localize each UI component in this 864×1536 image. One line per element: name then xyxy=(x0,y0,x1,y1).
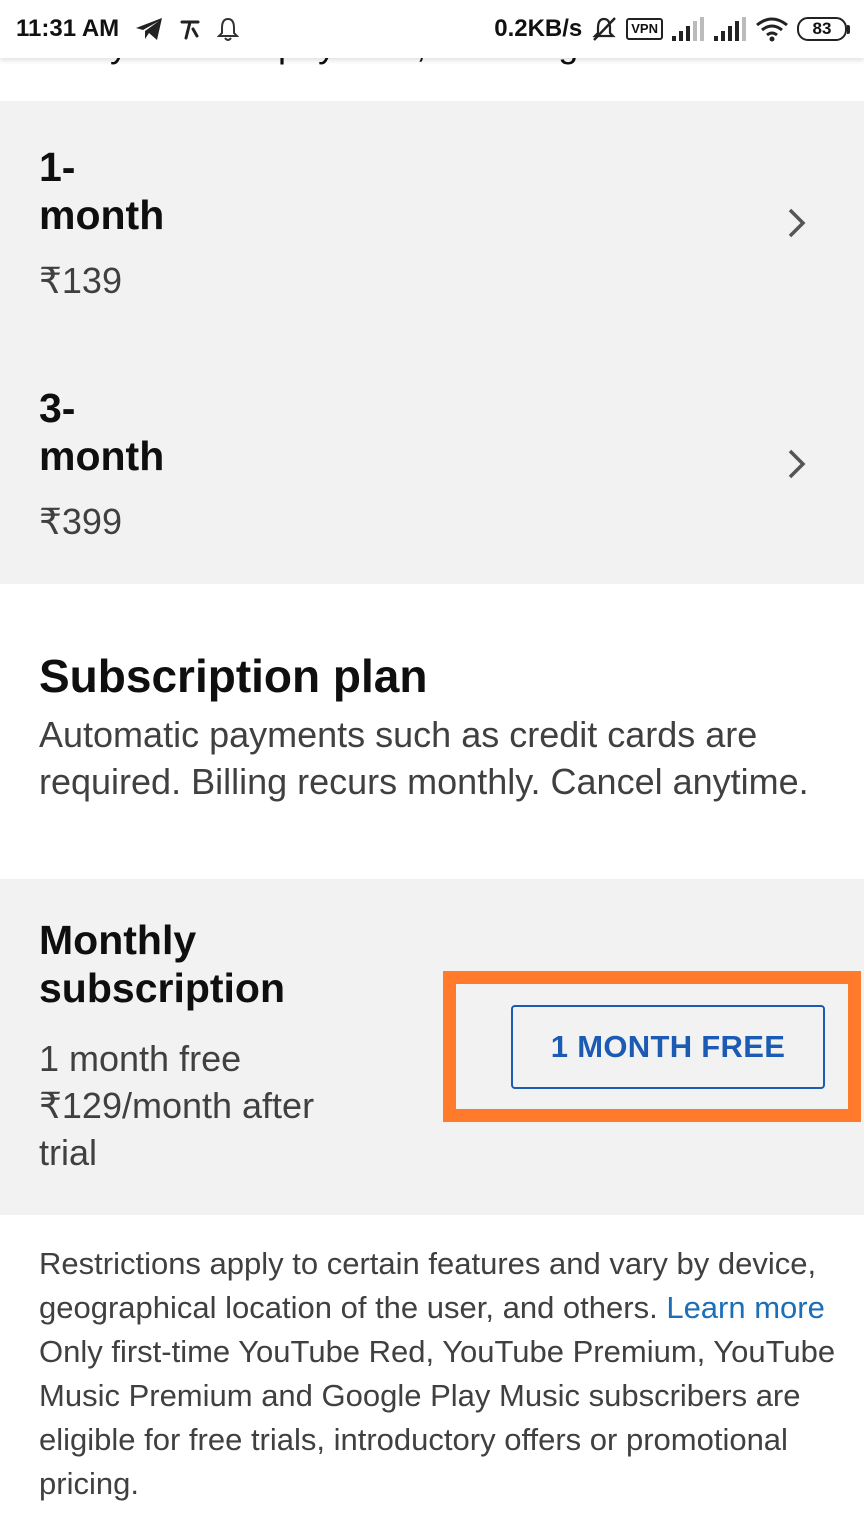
chevron-right-icon xyxy=(788,449,806,479)
mute-icon xyxy=(590,15,618,43)
status-right: 0.2KB/s VPN 83 xyxy=(494,15,850,43)
subscription-detail-line1: 1 month free xyxy=(39,1038,242,1079)
t-app-icon xyxy=(179,18,201,40)
subscription-title-line1: Monthly xyxy=(39,917,197,963)
eligibility-text: Only first-time YouTube Red, YouTube Pre… xyxy=(39,1334,836,1501)
plan-item-3-month[interactable]: 3- month ₹399 xyxy=(0,342,864,582)
plan-title-line1: 3- xyxy=(39,385,76,431)
subscription-description: Automatic payments such as credit cards … xyxy=(39,714,809,802)
wifi-icon xyxy=(755,16,789,42)
battery-icon: 83 xyxy=(797,17,850,41)
subscription-title-line2: subscription xyxy=(39,965,286,1011)
screen: 11:31 AM 0.2KB/s VPN 83 1- month ₹139 3-… xyxy=(0,0,864,1536)
plan-title: 3- month xyxy=(39,384,199,480)
telegram-icon xyxy=(135,17,163,41)
chevron-right-icon xyxy=(788,208,806,238)
subscription-heading: Subscription plan xyxy=(39,650,428,702)
bell-icon xyxy=(217,16,240,42)
status-time: 11:31 AM xyxy=(16,15,120,42)
plan-title: 1- month xyxy=(39,143,199,239)
subscription-details: 1 month free ₹129/month after trial xyxy=(39,1035,379,1176)
battery-tip xyxy=(847,24,850,34)
status-bar: 11:31 AM 0.2KB/s VPN 83 xyxy=(0,0,864,58)
plan-title-line2: month xyxy=(39,192,165,238)
battery-level: 83 xyxy=(797,17,847,41)
status-left: 11:31 AM xyxy=(16,15,240,43)
plan-price: ₹139 xyxy=(39,260,122,301)
monthly-subscription-card: Monthly subscription 1 month free ₹129/m… xyxy=(0,879,864,1215)
signal-icon xyxy=(713,16,747,42)
learn-more-link[interactable]: Learn more xyxy=(666,1290,825,1325)
footer-notice: Restrictions apply to certain features a… xyxy=(39,1242,839,1506)
subscription-detail-line2: ₹129/month after xyxy=(39,1085,315,1126)
subscription-detail-line3: trial xyxy=(39,1132,98,1173)
net-speed: 0.2KB/s xyxy=(494,15,583,42)
vpn-badge: VPN xyxy=(626,18,663,40)
plan-item-1-month[interactable]: 1- month ₹139 xyxy=(0,101,864,341)
signal-icon xyxy=(671,16,705,42)
plan-title-line2: month xyxy=(39,433,165,479)
one-month-free-button[interactable]: 1 MONTH FREE xyxy=(511,1005,825,1089)
plan-title-line1: 1- xyxy=(39,144,76,190)
subscription-title: Monthly subscription xyxy=(39,916,339,1012)
prepaid-plans: 1- month ₹139 3- month ₹399 xyxy=(0,101,864,584)
plan-price: ₹399 xyxy=(39,501,122,542)
